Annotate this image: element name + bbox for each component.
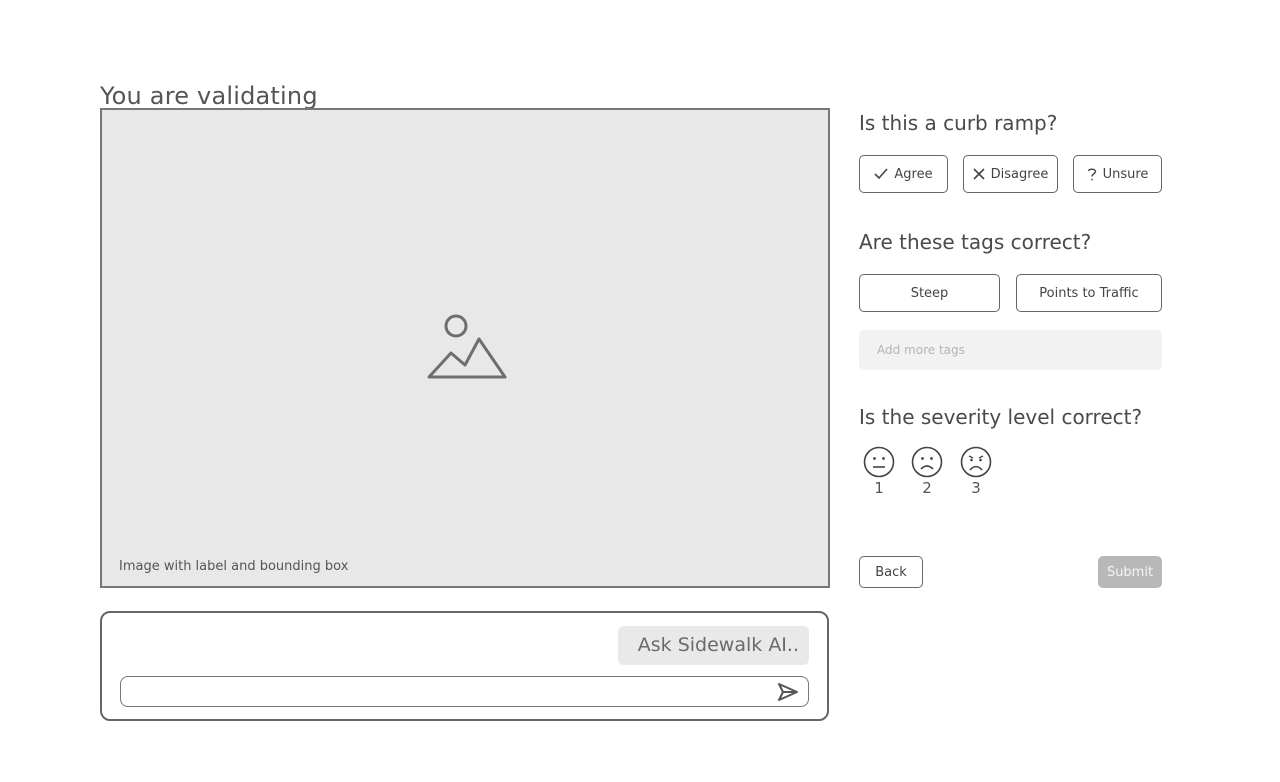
disagree-label: Disagree bbox=[990, 166, 1049, 182]
disagree-button[interactable]: Disagree bbox=[963, 155, 1058, 193]
image-caption: Image with label and bounding box bbox=[119, 559, 349, 574]
severity-option-3[interactable]: 3 bbox=[959, 446, 993, 497]
tag-steep[interactable]: Steep bbox=[859, 274, 1000, 312]
severity-number-1: 1 bbox=[874, 479, 884, 497]
frown-face-icon bbox=[960, 446, 992, 478]
image-panel: Image with label and bounding box bbox=[100, 108, 830, 588]
severity-option-1[interactable]: 1 bbox=[862, 446, 896, 497]
sad-face-icon bbox=[911, 446, 943, 478]
question-icon bbox=[1087, 167, 1097, 181]
x-icon bbox=[973, 168, 985, 180]
submit-button[interactable]: Submit bbox=[1098, 556, 1162, 588]
chat-panel: Ask Sidewalk AI.. bbox=[100, 611, 829, 721]
add-tags-input[interactable] bbox=[859, 330, 1162, 370]
check-icon bbox=[874, 168, 888, 180]
chat-input[interactable] bbox=[129, 680, 773, 704]
unsure-label: Unsure bbox=[1102, 166, 1149, 182]
neutral-face-icon bbox=[863, 446, 895, 478]
back-button[interactable]: Back bbox=[859, 556, 923, 588]
agree-label: Agree bbox=[894, 166, 933, 182]
tag-points-to-traffic[interactable]: Points to Traffic bbox=[1016, 274, 1162, 312]
agree-button[interactable]: Agree bbox=[859, 155, 948, 193]
tags-question: Are these tags correct? bbox=[859, 230, 1092, 254]
severity-number-2: 2 bbox=[922, 479, 932, 497]
send-icon[interactable] bbox=[777, 682, 799, 702]
chat-input-container bbox=[120, 676, 809, 707]
severity-option-2[interactable]: 2 bbox=[910, 446, 944, 497]
image-placeholder-icon bbox=[427, 314, 507, 379]
severity-number-3: 3 bbox=[971, 479, 981, 497]
ask-sidewalk-ai-button[interactable]: Ask Sidewalk AI.. bbox=[617, 626, 809, 665]
severity-question: Is the severity level correct? bbox=[859, 405, 1143, 429]
unsure-button[interactable]: Unsure bbox=[1073, 155, 1162, 193]
curb-ramp-question: Is this a curb ramp? bbox=[859, 111, 1058, 135]
page-title: You are validating bbox=[100, 82, 318, 111]
